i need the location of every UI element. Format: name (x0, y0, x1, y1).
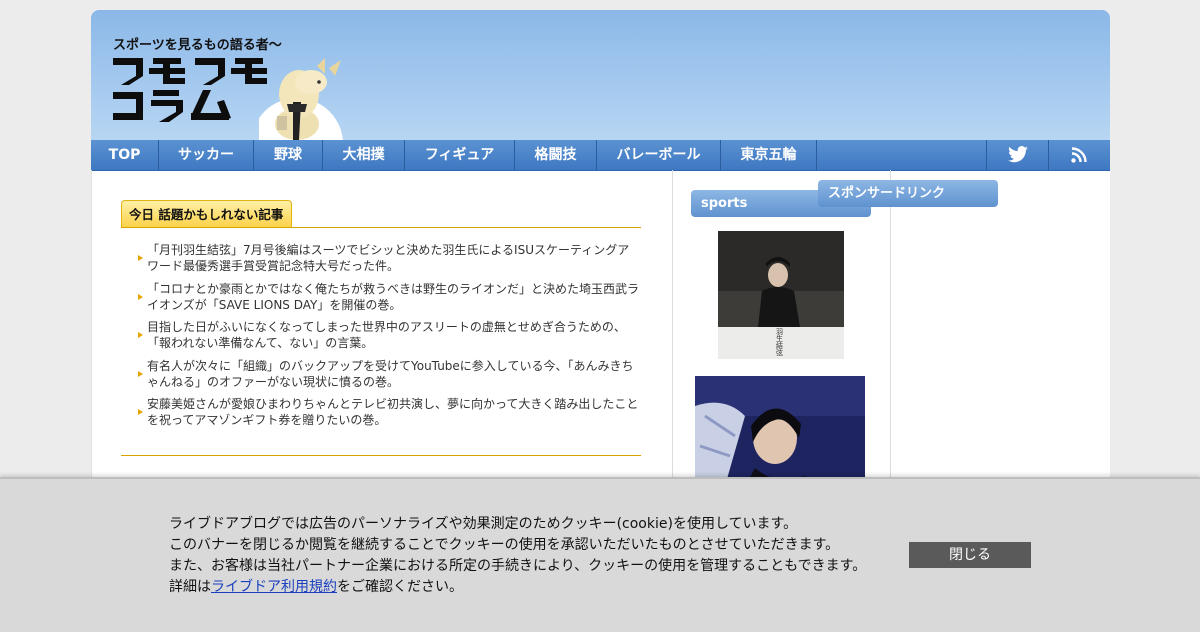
cookie-line-prefix: 詳細は (169, 579, 211, 595)
article-link[interactable]: 安藤美姫さんが愛娘ひまわりちゃんとテレビ初共演し、夢に向かって大きく踏み出したこ… (121, 396, 641, 428)
article-title[interactable]: 「コロナとか豪雨とかではなく俺たちが救うべきは野生のライオンだ」と決めた埼玉西武… (147, 282, 639, 312)
nav-item-baseball[interactable]: 野球 (254, 140, 323, 170)
nav-item-top[interactable]: TOP (91, 140, 159, 170)
article-title[interactable]: 「月刊羽生結弦」7月号後編はスーツでビシッと決めた羽生氏によるISUスケーティン… (147, 243, 629, 273)
article-link[interactable]: 「月刊羽生結弦」7月号後編はスーツでビシッと決めた羽生氏によるISUスケーティン… (121, 242, 641, 274)
bullet-icon (138, 255, 143, 261)
close-button[interactable]: 閉じる (909, 542, 1031, 568)
bullet-icon (138, 370, 143, 377)
nav-rss-button[interactable] (1048, 140, 1110, 170)
cookie-notice-text: ライブドアブログでは広告のパーソナライズや効果測定のためクッキー(cookie)… (169, 514, 866, 598)
nav-item-sumo[interactable]: 大相撲 (323, 140, 405, 170)
book-cover-title: 羽生結弦 (776, 328, 783, 357)
site-tagline: スポーツを見るもの語る者〜 (113, 38, 282, 53)
bullet-icon (138, 332, 143, 338)
alpaca-mascot-image (259, 58, 343, 140)
cookie-banner: ライブドアブログでは広告のパーソナライズや効果測定のためクッキー(cookie)… (0, 477, 1200, 632)
main-nav: TOP サッカー 野球 大相撲 フィギュア 格闘技 バレーボール 東京五輪 (91, 140, 1110, 171)
section-divider (121, 455, 641, 456)
article-link[interactable]: 「コロナとか豪雨とかではなく俺たちが救うべきは野生のライオンだ」と決めた埼玉西武… (121, 281, 641, 313)
bullet-icon (138, 293, 143, 300)
article-title[interactable]: 安藤美姫さんが愛娘ひまわりちゃんとテレビ初共演し、夢に向かって大きく踏み出したこ… (147, 397, 638, 427)
sponsor-sidebar-title: スポンサードリンク (818, 180, 998, 207)
cookie-line: 詳細はライブドア利用規約をご確認ください。 (169, 577, 866, 598)
cookie-line: このバナーを閉じるか閲覧を継続することでクッキーの使用を承認いただいたものとさせ… (169, 537, 840, 553)
skater-photo-graphic (695, 376, 865, 486)
article-title[interactable]: 有名人が次々に「組織」のバックアップを受けてYouTubeに参入している今、「あ… (147, 359, 633, 389)
nav-item-tokyo-olympics[interactable]: 東京五輪 (721, 140, 817, 170)
nav-twitter-button[interactable] (986, 140, 1049, 170)
book-cover-image[interactable]: 羽生結弦 (718, 231, 844, 359)
skater-photo[interactable] (695, 376, 865, 486)
bullet-icon (138, 409, 143, 415)
article-title[interactable]: 目指した日がふいになくなってしまった世界中のアスリートの虚無とせめぎ合うための、… (147, 320, 626, 350)
nav-item-volleyball[interactable]: バレーボール (597, 140, 721, 170)
article-list: 「月刊羽生結弦」7月号後編はスーツでビシッと決めた羽生氏によるISUスケーティン… (121, 242, 641, 435)
today-section-header: 今日 話題かもしれない記事 (121, 200, 641, 228)
site-logo[interactable] (111, 56, 281, 126)
cookie-line-suffix: をご確認ください。 (337, 579, 463, 595)
article-link[interactable]: 目指した日がふいになくなってしまった世界中のアスリートの虚無とせめぎ合うための、… (121, 319, 641, 351)
terms-link[interactable]: ライブドア利用規約 (211, 579, 337, 595)
rss-icon (1071, 147, 1087, 163)
article-link[interactable]: 有名人が次々に「組織」のバックアップを受けてYouTubeに参入している今、「あ… (121, 358, 641, 390)
nav-item-martial-arts[interactable]: 格闘技 (515, 140, 597, 170)
cookie-line: ライブドアブログでは広告のパーソナライズや効果測定のためクッキー(cookie)… (169, 516, 798, 532)
today-section-title: 今日 話題かもしれない記事 (121, 200, 293, 227)
twitter-icon (1007, 146, 1028, 163)
nav-item-soccer[interactable]: サッカー (159, 140, 254, 170)
cookie-line: また、お客様は当社パートナー企業における所定の手続きにより、クッキーの使用を管理… (169, 558, 867, 574)
nav-item-figure-skating[interactable]: フィギュア (405, 140, 515, 170)
site-header: スポーツを見るもの語る者〜 (91, 10, 1110, 140)
